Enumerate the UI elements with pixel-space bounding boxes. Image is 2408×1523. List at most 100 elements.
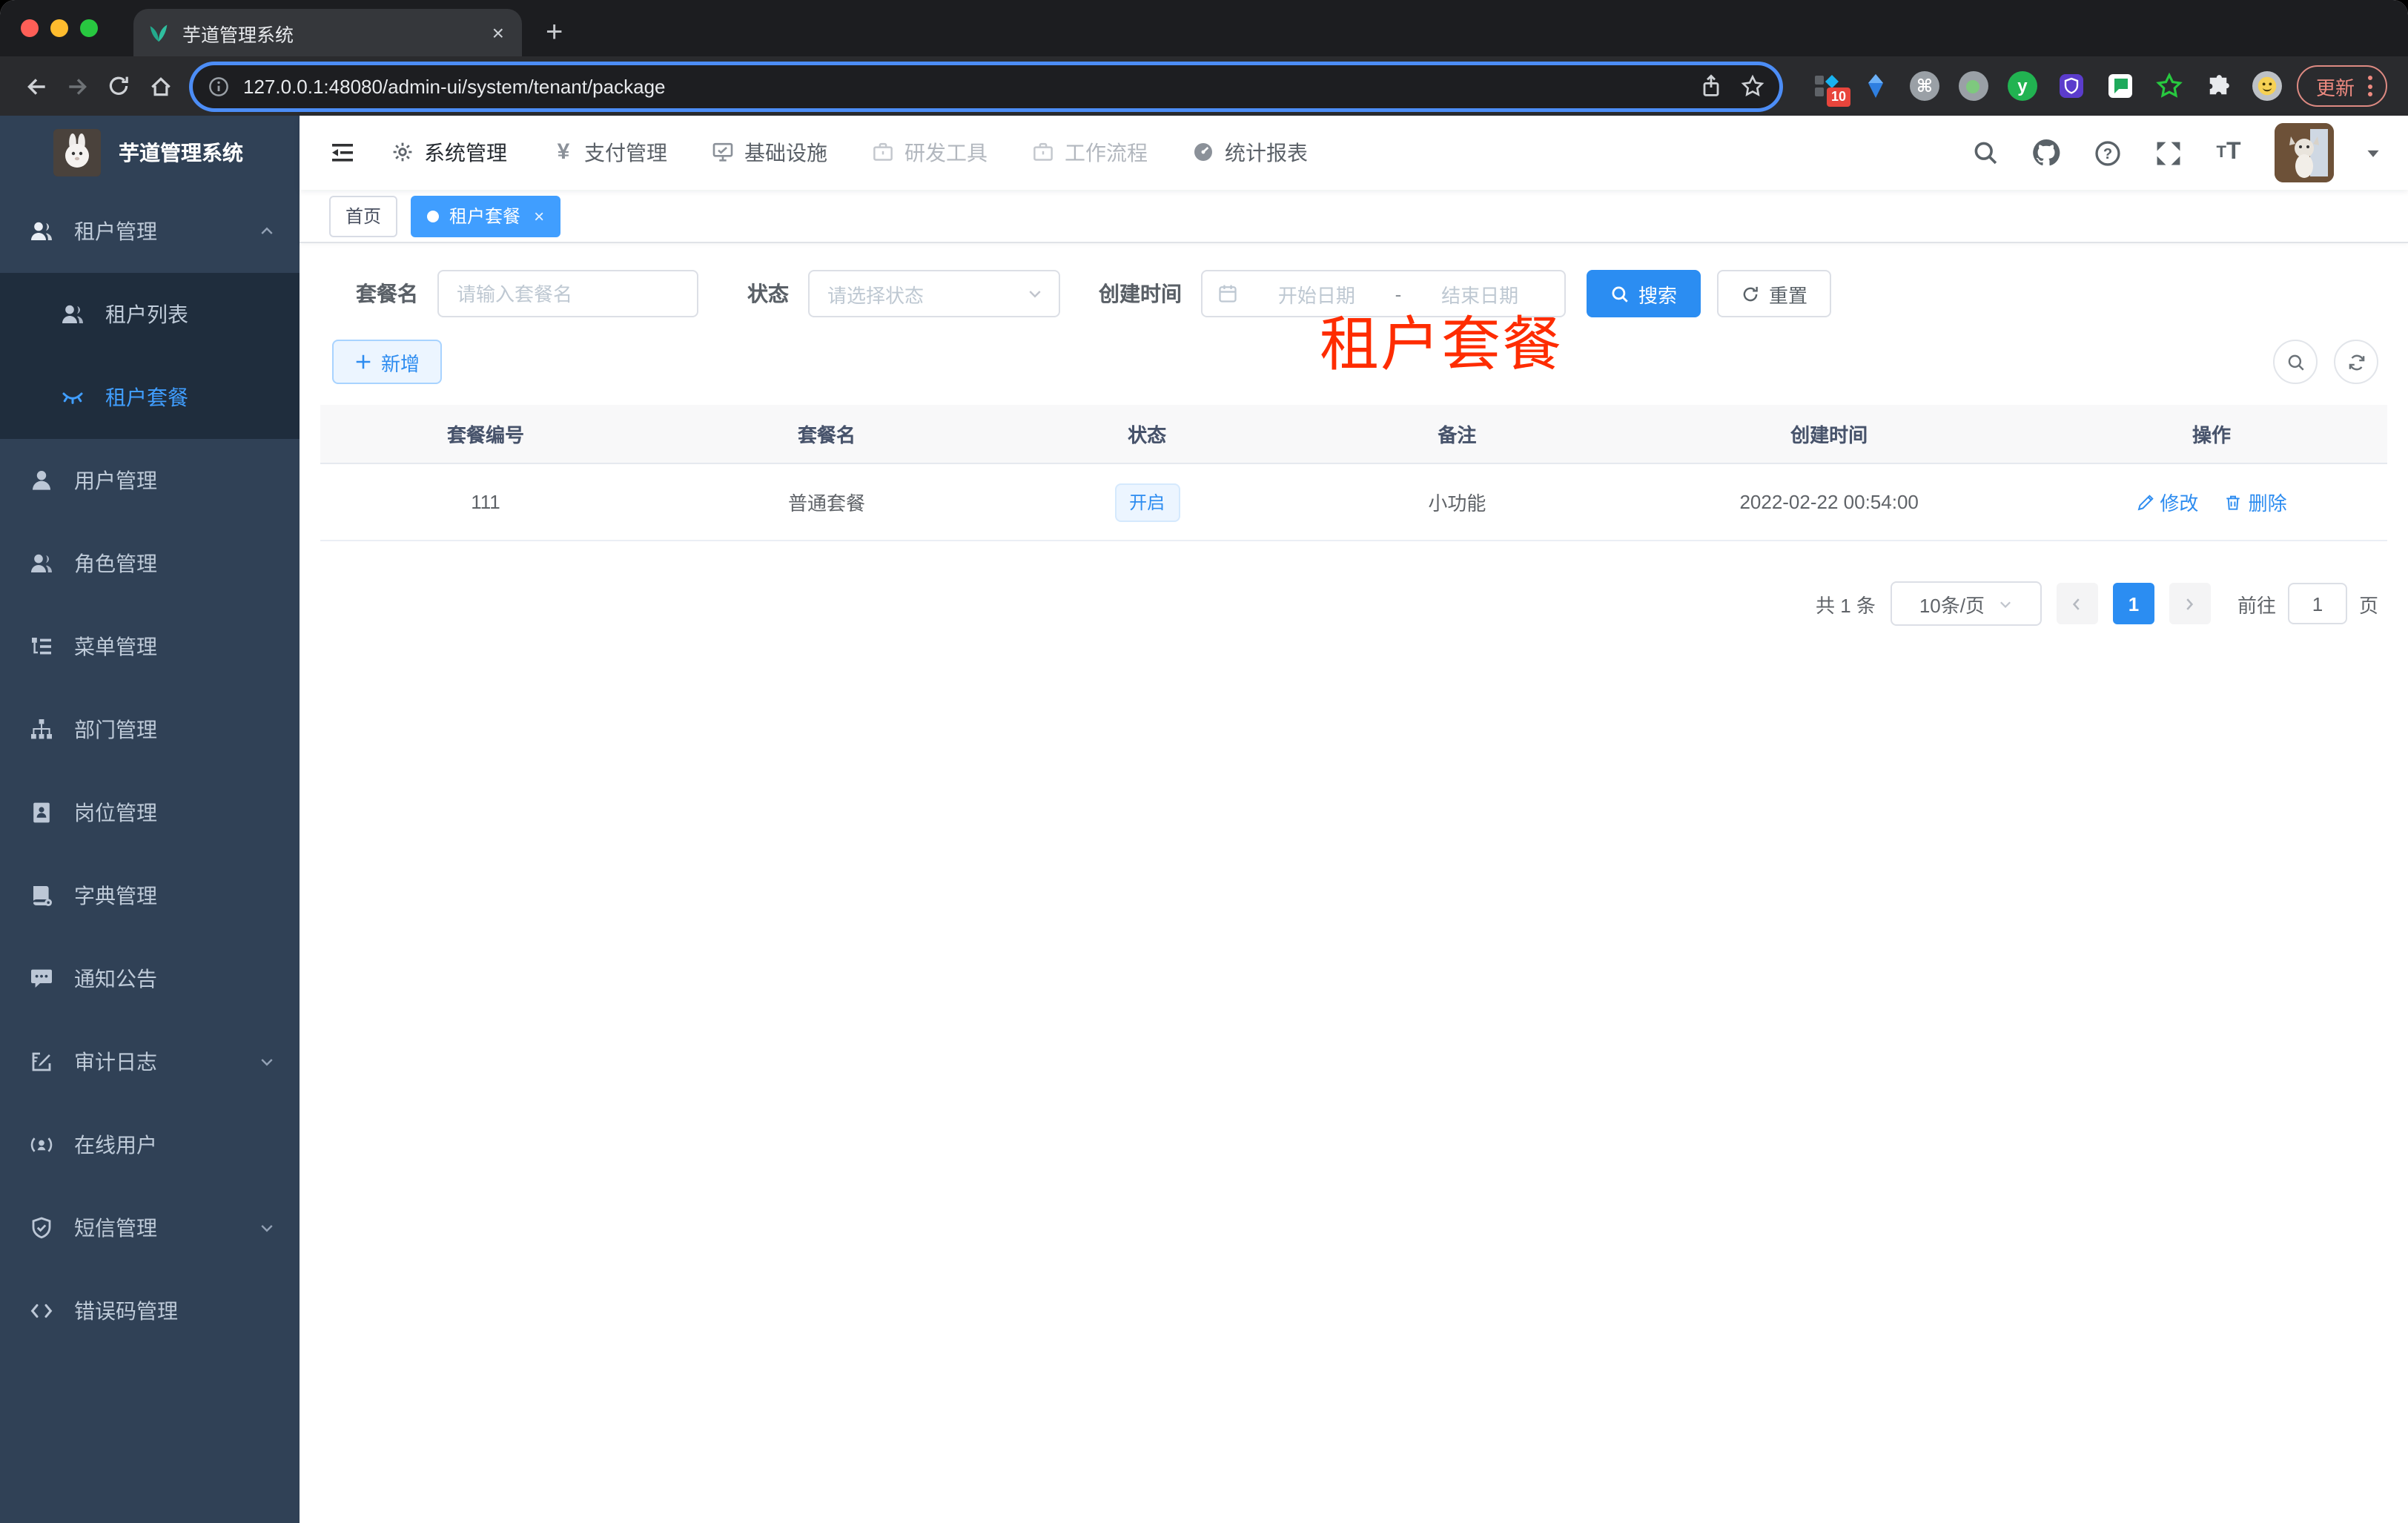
help-icon[interactable]: ? (2092, 138, 2122, 168)
forward-button[interactable] (56, 65, 98, 107)
minimize-window-button[interactable] (50, 19, 68, 37)
close-window-button[interactable] (21, 19, 39, 37)
chevron-down-icon (1029, 291, 1041, 298)
maximize-window-button[interactable] (80, 19, 98, 37)
github-icon[interactable] (2031, 138, 2061, 168)
favicon-leaf-icon (148, 22, 169, 43)
tag-label: 首页 (345, 206, 382, 227)
yen-icon: ¥ (557, 139, 570, 165)
extension-gem-icon[interactable] (1861, 71, 1891, 101)
nav-payment-management[interactable]: ¥ 支付管理 (552, 138, 667, 168)
date-range-picker[interactable]: 开始日期 - 结束日期 (1201, 270, 1566, 317)
page-number-current[interactable]: 1 (2112, 583, 2154, 624)
monitor-icon (712, 141, 735, 165)
extension-record-icon[interactable] (1958, 71, 1988, 101)
sidebar-item-tenant-management[interactable]: 租户管理 (0, 190, 300, 273)
delete-link[interactable]: 删除 (2225, 488, 2287, 516)
sidebar-item-dept-management[interactable]: 部门管理 (0, 688, 300, 771)
screen: 芋道管理系统 × + 127.0.0.1:48080/admin-ui/syst… (0, 0, 2408, 1523)
table-refresh-icon-button[interactable] (2334, 340, 2378, 384)
edit-link[interactable]: 修改 (2136, 488, 2198, 516)
back-button[interactable] (15, 65, 56, 107)
extension-shield-icon[interactable] (2057, 71, 2086, 101)
sidebar-item-label: 错误码管理 (74, 1299, 178, 1323)
page-size-value: 10条/页 (1919, 594, 1985, 616)
extensions-puzzle-icon[interactable] (2203, 71, 2233, 101)
tree-menu-icon (30, 635, 53, 658)
pagination: 共 1 条 10条/页 1 前往 页 (356, 581, 2378, 626)
tag-close-icon[interactable]: × (534, 205, 544, 226)
table-toolbar: 新增 (332, 340, 2378, 384)
col-remark: 备注 (1291, 405, 1623, 464)
tag-home[interactable]: 首页 (329, 195, 398, 237)
sidebar-item-audit-log[interactable]: 审计日志 (0, 1020, 300, 1103)
sidebar-item-notice[interactable]: 通知公告 (0, 937, 300, 1020)
add-button[interactable]: 新增 (332, 340, 443, 384)
sidebar-item-menu-management[interactable]: 菜单管理 (0, 605, 300, 688)
sidebar-item-tenant-package[interactable]: 租户套餐 (0, 356, 300, 439)
sidebar-item-online-users[interactable]: 在线用户 (0, 1103, 300, 1186)
nav-dev-tools[interactable]: 研发工具 (872, 138, 988, 168)
sidebar-item-error-code[interactable]: 错误码管理 (0, 1269, 300, 1352)
package-name-input[interactable] (437, 270, 698, 317)
profile-avatar-icon[interactable] (2252, 71, 2282, 101)
reload-button[interactable] (98, 65, 139, 107)
nav-statistics[interactable]: 统计报表 (1192, 138, 1308, 168)
cell-package-id: 111 (320, 463, 652, 541)
sidebar-item-label: 岗位管理 (74, 801, 157, 825)
tab-close-icon[interactable]: × (489, 21, 507, 44)
nav-label: 研发工具 (904, 141, 988, 165)
tag-tenant-package[interactable]: 租户套餐 × (411, 195, 561, 237)
sidebar-logo[interactable]: 芋道管理系统 (0, 116, 300, 190)
search-icon (1612, 285, 1628, 302)
sidebar-item-role-management[interactable]: 角色管理 (0, 522, 300, 605)
user-avatar[interactable] (2275, 123, 2334, 182)
nav-workflow[interactable]: 工作流程 (1032, 138, 1148, 168)
page-size-select[interactable]: 10条/页 (1890, 581, 2042, 626)
extension-chat-icon[interactable] (2106, 71, 2135, 101)
status-badge[interactable]: 开启 (1114, 483, 1180, 521)
home-button[interactable] (139, 65, 181, 107)
goto-page-input[interactable] (2287, 583, 2347, 624)
sidebar-item-sms-management[interactable]: 短信管理 (0, 1186, 300, 1269)
date-end-placeholder: 结束日期 (1441, 284, 1519, 306)
search-button[interactable]: 搜索 (1587, 270, 1701, 317)
sidebar-item-user-management[interactable]: 用户管理 (0, 439, 300, 522)
status-select[interactable]: 请选择状态 (808, 270, 1060, 317)
reset-button[interactable]: 重置 (1717, 270, 1832, 317)
bookmark-star-icon[interactable] (1741, 74, 1764, 98)
site-info-icon[interactable] (208, 75, 230, 97)
new-tab-button[interactable]: + (546, 18, 563, 47)
url-text[interactable]: 127.0.0.1:48080/admin-ui/system/tenant/p… (243, 75, 1681, 97)
extension-grid-icon[interactable]: 10 (1812, 71, 1850, 107)
sidebar-item-dict-management[interactable]: 字典管理 (0, 854, 300, 937)
nav-system-management[interactable]: 系统管理 (391, 138, 507, 168)
sidebar-item-label: 部门管理 (74, 718, 157, 741)
prev-page-button[interactable] (2056, 583, 2098, 624)
avatar-caret-icon[interactable] (2365, 145, 2381, 161)
filter-form: 套餐名 状态 请选择状态 创建时间 开始日期 - 结束日期 (356, 270, 2387, 317)
header-search-icon[interactable] (1971, 138, 2000, 168)
users-icon (30, 552, 53, 575)
browser-menu-icon[interactable] (2368, 76, 2372, 96)
extension-command-icon[interactable]: ⌘ (1909, 71, 1939, 101)
url-bar[interactable]: 127.0.0.1:48080/admin-ui/system/tenant/p… (193, 65, 1779, 108)
next-page-button[interactable] (2169, 583, 2211, 624)
chevron-up-icon (258, 222, 276, 240)
cell-remark: 小功能 (1291, 463, 1623, 541)
main-area: 系统管理 ¥ 支付管理 基础设施 研发工具 工作流程 统计报表 ? T T 首页… (300, 116, 2408, 1523)
sidebar-item-post-management[interactable]: 岗位管理 (0, 771, 300, 854)
sidebar-collapse-icon[interactable] (317, 128, 368, 178)
extension-y-icon[interactable]: y (2007, 71, 2037, 101)
table-search-icon-button[interactable] (2273, 340, 2318, 384)
browser-tab[interactable]: 芋道管理系统 × (133, 9, 522, 56)
chrome-update-button[interactable]: 更新 (2296, 65, 2387, 107)
font-size-icon[interactable]: TT (2214, 138, 2243, 168)
col-created: 创建时间 (1622, 405, 2036, 464)
nav-label: 支付管理 (584, 141, 667, 165)
extension-star-icon[interactable] (2154, 71, 2184, 101)
share-icon[interactable] (1699, 74, 1723, 98)
sidebar-item-tenant-list[interactable]: 租户列表 (0, 273, 300, 356)
nav-infrastructure[interactable]: 基础设施 (712, 138, 827, 168)
fullscreen-icon[interactable] (2153, 138, 2183, 168)
